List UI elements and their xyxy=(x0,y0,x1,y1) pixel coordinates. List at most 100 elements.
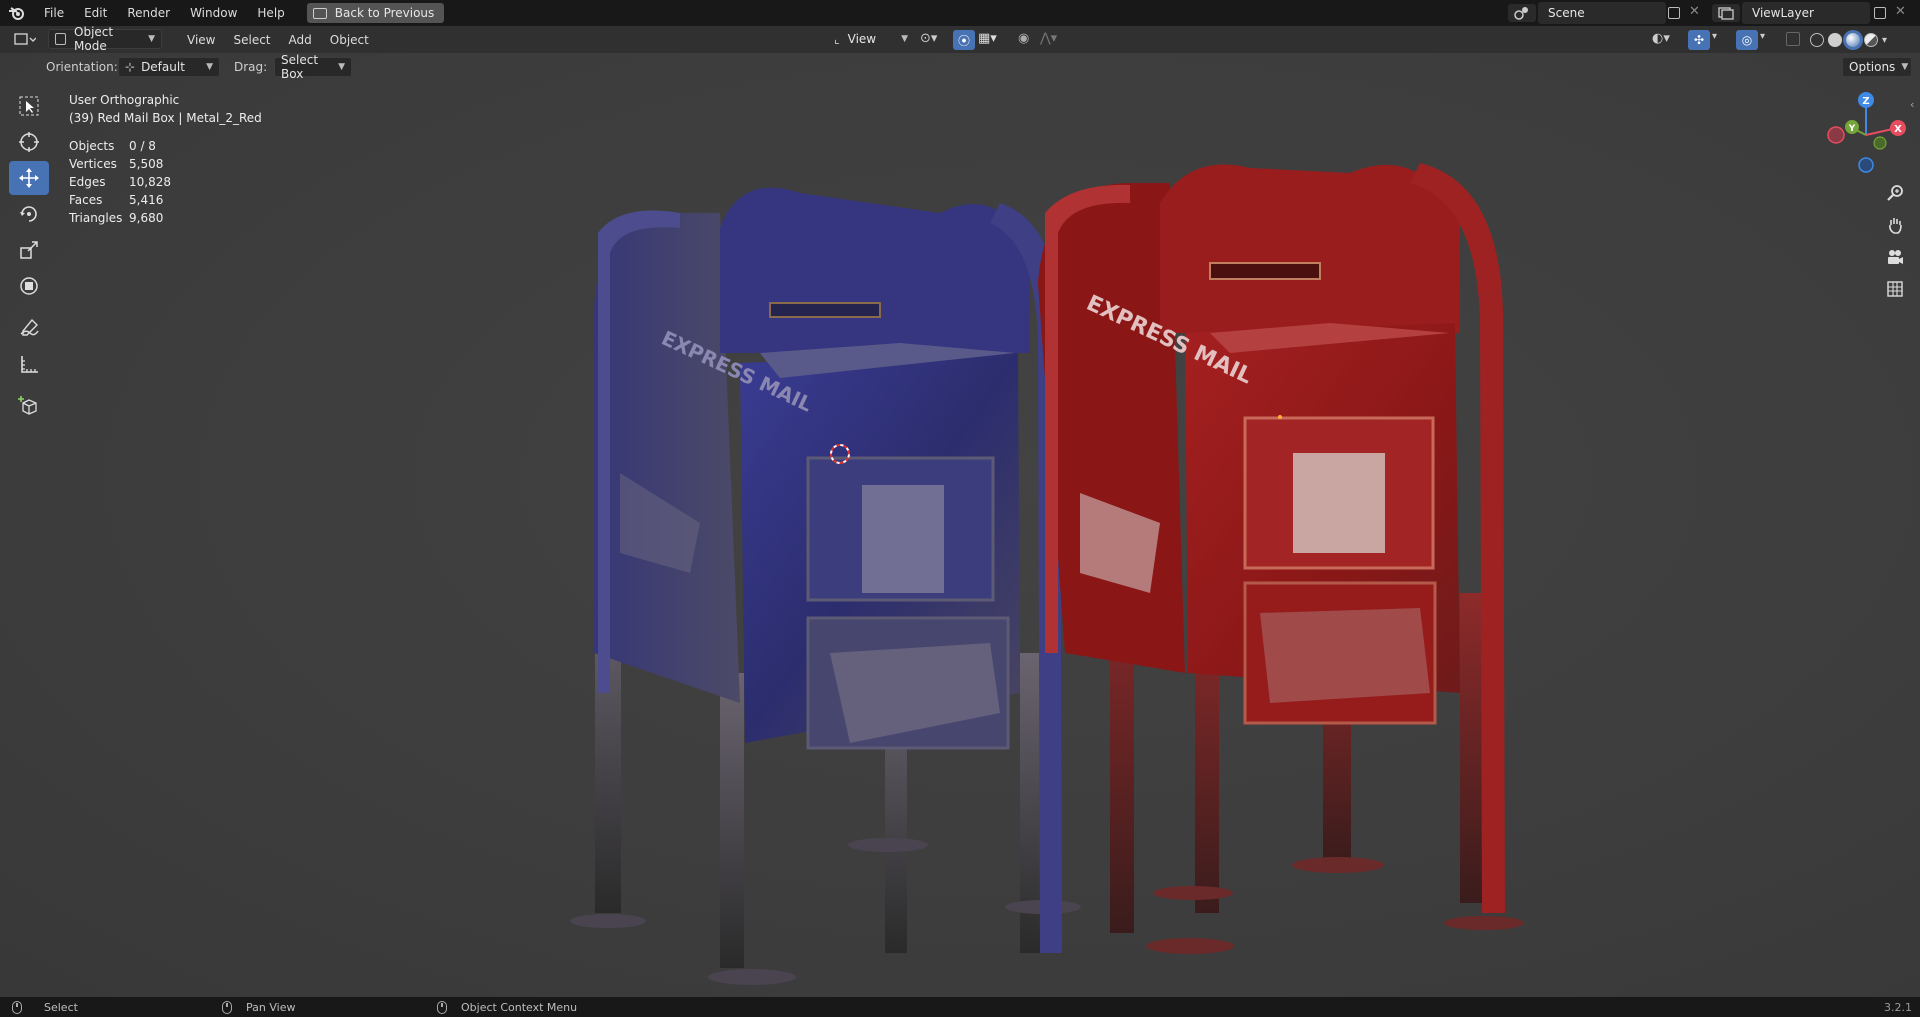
chevron-down-icon: ▼ xyxy=(901,34,908,44)
status-context: Object Context Menu xyxy=(437,1000,577,1014)
red-mailbox[interactable]: EXPRESS MAIL xyxy=(1038,163,1524,954)
transform-icon xyxy=(20,277,38,295)
active-object-name: (39) Red Mail Box | Metal_2_Red xyxy=(69,111,262,125)
scene-icon[interactable] xyxy=(1508,4,1536,22)
3d-viewport[interactable]: EXPRESS MAIL EXPRESS MAIL xyxy=(0,53,1920,997)
orientation-dropdown[interactable]: ⊹ Default ▼ xyxy=(118,57,220,77)
camera-view-icon[interactable] xyxy=(1880,242,1910,272)
scale-tool[interactable] xyxy=(9,233,49,267)
mode-selector[interactable]: Object Mode ▼ xyxy=(48,25,162,53)
stat-label: Vertices xyxy=(69,157,117,171)
rotate-icon xyxy=(20,206,37,222)
status-pan: Pan View xyxy=(222,1000,295,1014)
toolbar xyxy=(9,89,51,425)
viewport-info: User Orthographic (39) Red Mail Box | Me… xyxy=(69,91,262,127)
wireframe-shading-icon[interactable] xyxy=(1810,33,1824,47)
pan-hand-icon[interactable] xyxy=(1880,210,1910,240)
stat-label: Faces xyxy=(69,193,103,207)
left-mouse-icon xyxy=(12,1000,22,1014)
add-cube-tool[interactable] xyxy=(9,389,49,423)
measure-icon xyxy=(21,356,38,373)
proportional-editing-icon[interactable]: ◉ xyxy=(1018,31,1038,49)
orientation-icon: ⊹ xyxy=(125,60,136,74)
scene-selector[interactable]: Scene xyxy=(1538,2,1666,24)
move-tool[interactable] xyxy=(9,161,49,195)
transform-tool[interactable] xyxy=(9,269,49,303)
view-layer-selector[interactable]: ViewLayer xyxy=(1742,2,1870,24)
navigation-buttons xyxy=(1880,178,1910,306)
main-menu: File Edit Render Window Help xyxy=(34,0,295,26)
delete-scene-icon[interactable]: ✕ xyxy=(1689,4,1700,19)
select-box-tool[interactable] xyxy=(9,89,49,123)
visibility-icon[interactable]: ◐▾ xyxy=(1652,31,1680,49)
tool-settings-bar: Orientation: ⊹ Default ▼ Drag: Select Bo… xyxy=(0,53,1920,81)
measure-tool[interactable] xyxy=(9,347,49,381)
shading-modes: ▾ xyxy=(1810,30,1887,50)
drag-value: Select Box xyxy=(281,53,319,81)
mode-label: Object Mode xyxy=(74,25,114,53)
status-select: Select xyxy=(12,1000,78,1014)
menu-select[interactable]: Select xyxy=(224,33,279,47)
zoom-icon[interactable] xyxy=(1880,178,1910,208)
orientation-axes-icon: ⌞ xyxy=(834,32,840,46)
annotate-tool[interactable] xyxy=(9,311,49,345)
gizmo-toggle-icon[interactable]: ✣ xyxy=(1688,30,1710,50)
menu-edit[interactable]: Edit xyxy=(74,6,117,20)
new-view-layer-icon[interactable] xyxy=(1874,7,1886,19)
chevron-down-icon: ▼ xyxy=(206,62,213,72)
solid-shading-icon[interactable] xyxy=(1828,33,1842,47)
viewport-menus: View Select Add Object xyxy=(178,26,378,53)
navigation-gizmo[interactable]: Z X Y xyxy=(1818,90,1908,180)
pivot-point-icon[interactable]: ⊙▾ xyxy=(920,31,946,49)
stat-row: Edges 10,828 xyxy=(69,173,171,191)
drag-dropdown[interactable]: Select Box ▼ xyxy=(274,53,352,81)
material-preview-shading-icon[interactable] xyxy=(1846,33,1860,47)
falloff-icon[interactable]: ⋀▾ xyxy=(1040,31,1066,49)
origin-point xyxy=(1278,415,1282,419)
blender-logo-icon[interactable] xyxy=(0,0,34,26)
rotate-tool[interactable] xyxy=(9,197,49,231)
delete-view-layer-icon[interactable]: ✕ xyxy=(1895,4,1906,19)
stat-value: 5,508 xyxy=(129,157,164,171)
new-scene-icon[interactable] xyxy=(1668,7,1680,19)
top-bar: File Edit Render Window Help Back to Pre… xyxy=(0,0,1920,26)
scene-name: Scene xyxy=(1548,6,1585,20)
z-axis-label: Z xyxy=(1862,96,1869,107)
sidebar-toggle-icon[interactable]: ‹ xyxy=(1910,98,1914,111)
cursor-tool[interactable] xyxy=(9,125,49,159)
editor-type-icon[interactable] xyxy=(10,29,40,49)
menu-render[interactable]: Render xyxy=(117,6,180,20)
right-mouse-icon xyxy=(437,1000,447,1014)
options-label: Options xyxy=(1849,60,1896,74)
transform-orientation-selector[interactable]: ⌞ View ▼ xyxy=(828,29,914,49)
menu-add[interactable]: Add xyxy=(280,33,321,47)
add-cube-icon xyxy=(18,396,37,415)
menu-help[interactable]: Help xyxy=(247,6,294,20)
overlays-toggle-icon[interactable]: ◎ xyxy=(1736,30,1758,50)
options-dropdown[interactable]: Options ▼ xyxy=(1842,57,1912,77)
snap-target-icon[interactable]: ▦▾ xyxy=(978,31,1008,49)
object-mode-icon xyxy=(55,33,66,45)
overlays-dropdown-icon[interactable]: ▾ xyxy=(1760,31,1774,49)
stat-value: 10,828 xyxy=(129,175,171,189)
back-to-previous-button[interactable]: Back to Previous xyxy=(306,3,445,23)
cursor-icon xyxy=(19,132,39,152)
stat-row: Objects 0 / 8 xyxy=(69,137,171,155)
gizmo-dropdown-icon[interactable]: ▾ xyxy=(1712,31,1726,49)
shading-dropdown-icon[interactable]: ▾ xyxy=(1882,35,1887,46)
stat-row: Triangles 9,680 xyxy=(69,209,171,227)
select-box-icon xyxy=(19,96,39,116)
menu-file[interactable]: File xyxy=(34,6,74,20)
blue-mailbox[interactable]: EXPRESS MAIL xyxy=(570,187,1081,985)
snap-toggle-icon[interactable]: ⦿ xyxy=(953,30,975,50)
perspective-toggle-icon[interactable] xyxy=(1880,274,1910,304)
menu-window[interactable]: Window xyxy=(180,6,247,20)
stat-label: Objects xyxy=(69,139,115,153)
menu-object[interactable]: Object xyxy=(321,33,378,47)
view-layer-icon[interactable] xyxy=(1712,4,1740,22)
menu-view[interactable]: View xyxy=(178,33,224,47)
middle-mouse-icon xyxy=(222,1000,232,1014)
rendered-shading-icon[interactable] xyxy=(1864,33,1878,47)
xray-toggle-icon[interactable] xyxy=(1786,32,1800,46)
chevron-down-icon: ▼ xyxy=(1901,62,1909,72)
